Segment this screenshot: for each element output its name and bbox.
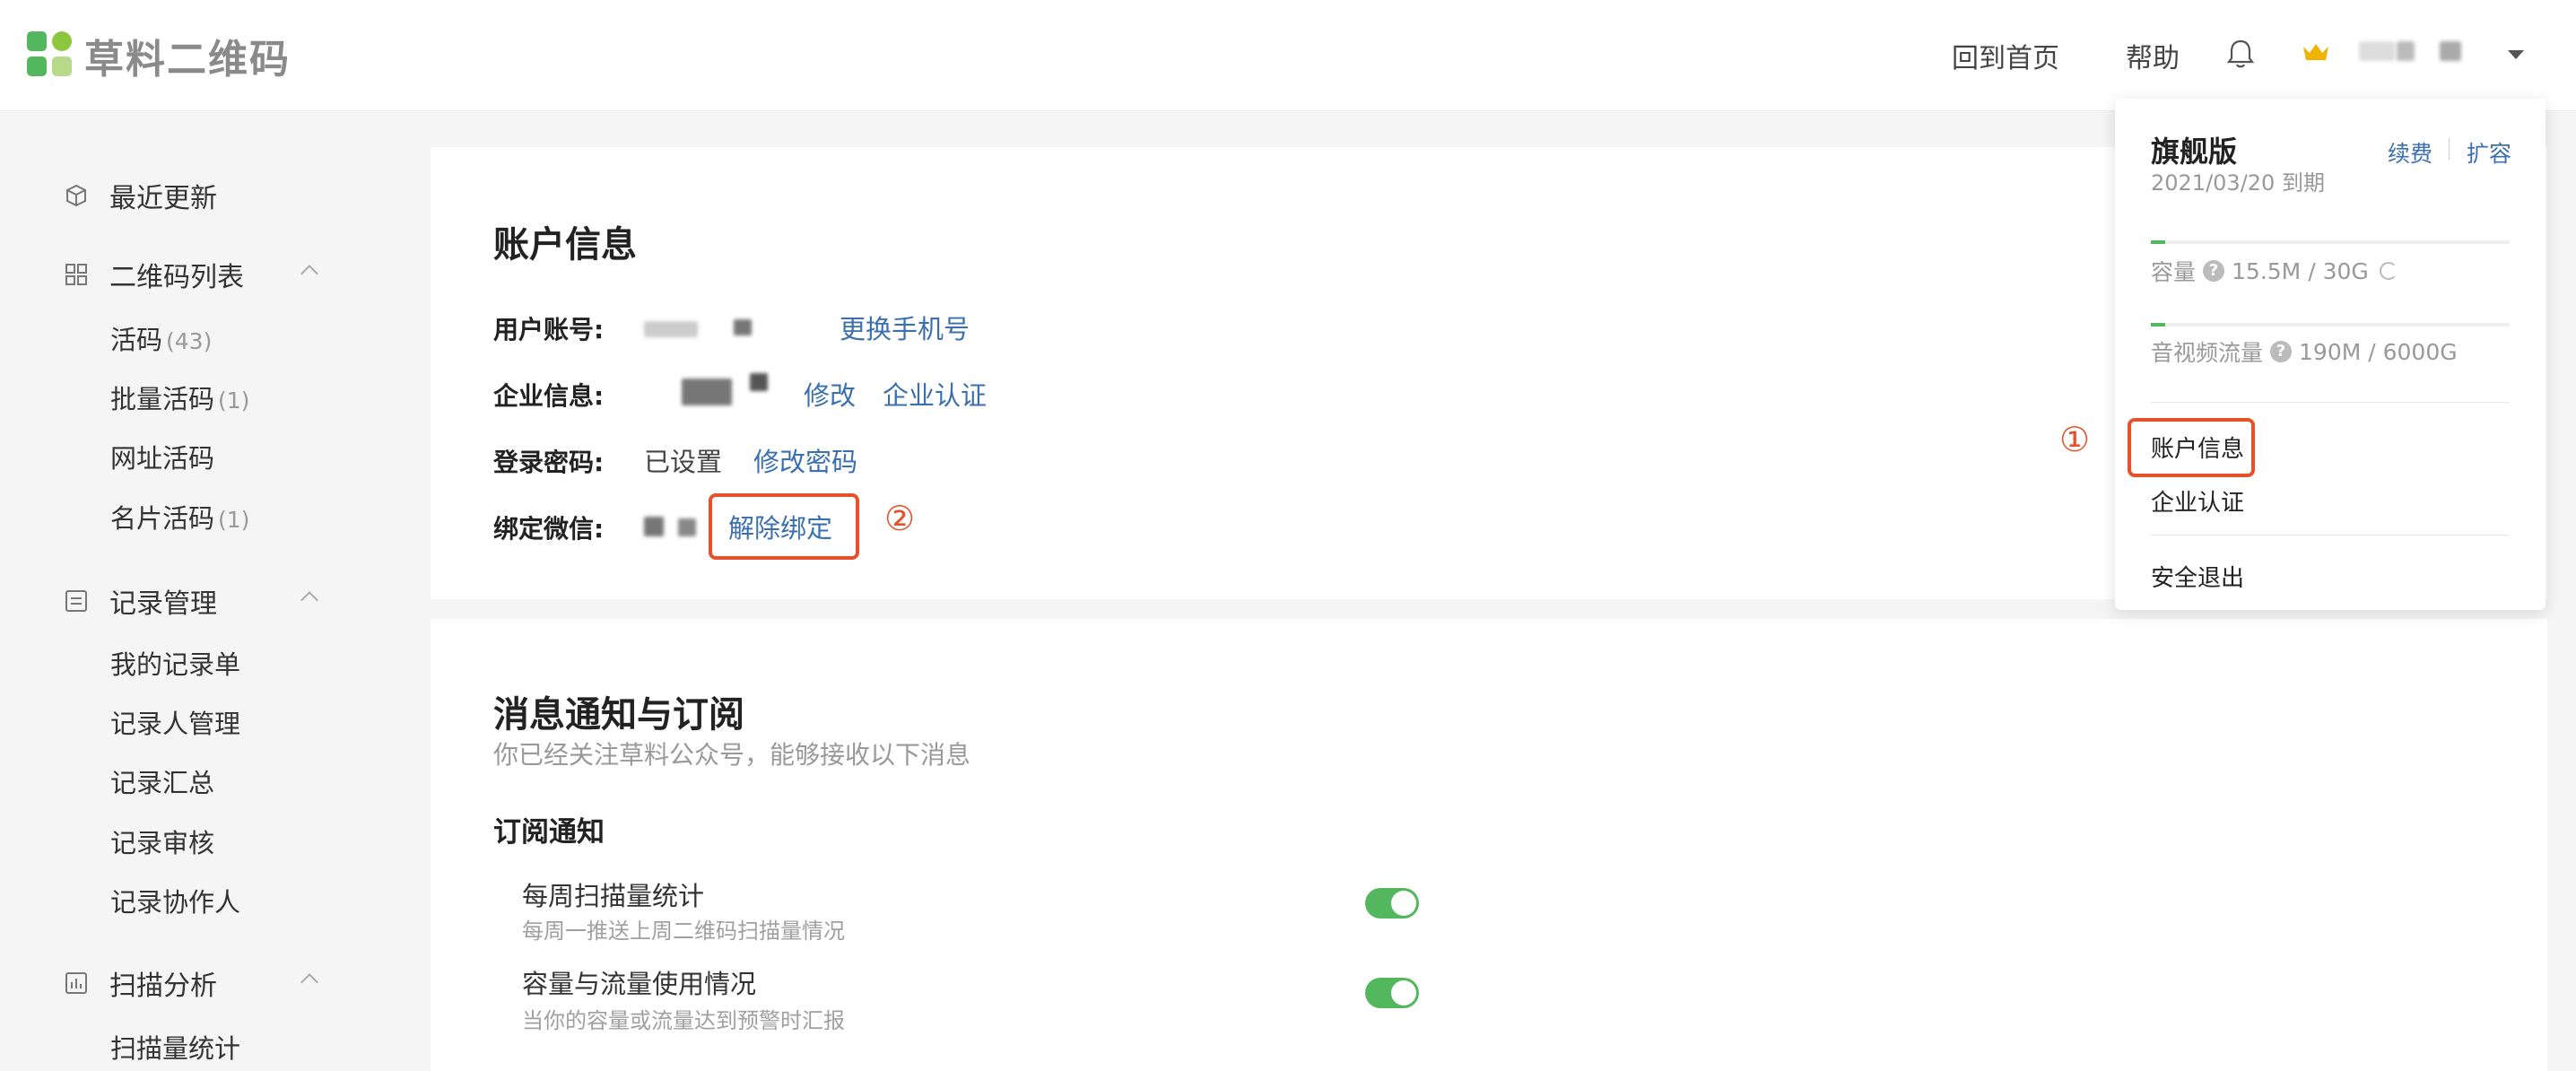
menu-company-verify[interactable]: 企业认证 [2151, 484, 2244, 518]
usage-alert-desc: 当你的容量或流量达到预警时汇报 [522, 1008, 845, 1033]
step-marker: ① [2059, 420, 2091, 459]
expand-link[interactable]: 扩容 [2467, 136, 2511, 169]
weekly-scan-toggle[interactable] [1365, 888, 1419, 919]
sidebar-item-card-code[interactable]: 名片活码 (1) [110, 498, 249, 536]
caret-down-icon[interactable] [2508, 50, 2524, 59]
sidebar-item-live-code[interactable]: 活码 (43) [110, 319, 212, 357]
step-marker: ② [884, 499, 916, 538]
company-value-blurred [682, 379, 732, 405]
traffic-meter: 音视频流量 ? 190M / 6000G [2151, 338, 2458, 367]
sidebar-item-scan-stats[interactable]: 扫描量统计 [110, 1028, 240, 1066]
sidebar-item-record-summary[interactable]: 记录汇总 [110, 762, 214, 800]
divider [2151, 535, 2510, 536]
account-value-blurred [644, 321, 698, 337]
form-icon [63, 588, 90, 614]
divider [2449, 138, 2450, 160]
username-blurred[interactable] [2359, 41, 2395, 61]
bell-icon[interactable] [2223, 36, 2258, 72]
sidebar-item-my-records[interactable]: 我的记录单 [110, 644, 240, 682]
wechat-label: 绑定微信: [493, 514, 605, 544]
grid-icon [63, 261, 90, 288]
chart-icon [63, 970, 90, 997]
help-icon[interactable]: ? [2203, 260, 2225, 282]
company-verify-link[interactable]: 企业认证 [883, 375, 987, 413]
storage-bar [2151, 240, 2510, 244]
notify-subtitle: 你已经关注草料公众号，能够接收以下消息 [493, 740, 971, 770]
cube-icon [63, 182, 90, 209]
unbind-wechat-link[interactable]: 解除绑定 [728, 508, 832, 545]
weekly-scan-title: 每周扫描量统计 [522, 881, 705, 911]
username-blurred[interactable] [2440, 41, 2461, 61]
sidebar-item-record-review[interactable]: 记录审核 [110, 823, 214, 860]
company-value-blurred [750, 373, 768, 391]
menu-logout[interactable]: 安全退出 [2151, 560, 2244, 593]
renew-link[interactable]: 续费 [2388, 136, 2432, 169]
notify-title: 消息通知与订阅 [493, 694, 744, 736]
sidebar-item-url-code[interactable]: 网址活码 [110, 438, 218, 475]
menu-account-info[interactable]: 账户信息 [2151, 431, 2244, 464]
top-header: 草料二维码 回到首页 帮助 [0, 0, 2576, 111]
logo[interactable]: 草料二维码 [27, 27, 291, 84]
password-status: 已设置 [644, 447, 723, 477]
account-dropdown: 旗舰版 2021/03/20 到期 续费 扩容 容量 ? 15.5M / 30G… [2115, 99, 2546, 610]
nav-help-link[interactable]: 帮助 [2126, 36, 2180, 75]
weekly-scan-desc: 每周一推送上周二维码扫描量情况 [522, 919, 845, 944]
subscribe-section-title: 订阅通知 [493, 816, 605, 849]
usage-alert-toggle[interactable] [1365, 978, 1419, 1008]
sidebar-group-scan-analysis[interactable]: 扫描分析 [63, 963, 217, 1003]
page-title: 账户信息 [493, 224, 637, 266]
sidebar-group-qrcodes[interactable]: 二维码列表 [63, 255, 244, 294]
crown-icon [2303, 44, 2328, 60]
password-label: 登录密码: [493, 448, 605, 477]
help-icon[interactable]: ? [2270, 341, 2293, 362]
traffic-bar [2151, 323, 2510, 327]
usage-alert-title: 容量与流量使用情况 [522, 969, 757, 999]
plan-expire: 2021/03/20 到期 [2151, 170, 2325, 196]
sidebar-item-record-collaborators[interactable]: 记录协作人 [110, 882, 240, 919]
account-label: 用户账号: [493, 315, 605, 344]
sidebar-item-batch-code[interactable]: 批量活码 (1) [110, 379, 249, 416]
change-password-link[interactable]: 修改密码 [753, 441, 857, 479]
refresh-icon[interactable] [2379, 262, 2398, 280]
wechat-value-blurred [678, 518, 696, 536]
divider [2151, 402, 2510, 403]
sidebar-item-recent[interactable]: 最近更新 [63, 176, 217, 215]
storage-meter: 容量 ? 15.5M / 30G [2151, 255, 2398, 287]
change-phone-link[interactable]: 更换手机号 [840, 309, 970, 346]
account-value-blurred [734, 319, 752, 335]
wechat-value-blurred [644, 517, 664, 536]
sidebar-group-records[interactable]: 记录管理 [63, 581, 217, 621]
logo-text: 草料二维码 [84, 37, 291, 83]
username-blurred[interactable] [2397, 41, 2415, 61]
edit-company-link[interactable]: 修改 [804, 375, 856, 413]
logo-mark-icon [27, 31, 75, 80]
nav-home-link[interactable]: 回到首页 [1952, 36, 2059, 75]
sidebar-item-recorder-manage[interactable]: 记录人管理 [110, 703, 240, 741]
company-label: 企业信息: [493, 381, 605, 411]
